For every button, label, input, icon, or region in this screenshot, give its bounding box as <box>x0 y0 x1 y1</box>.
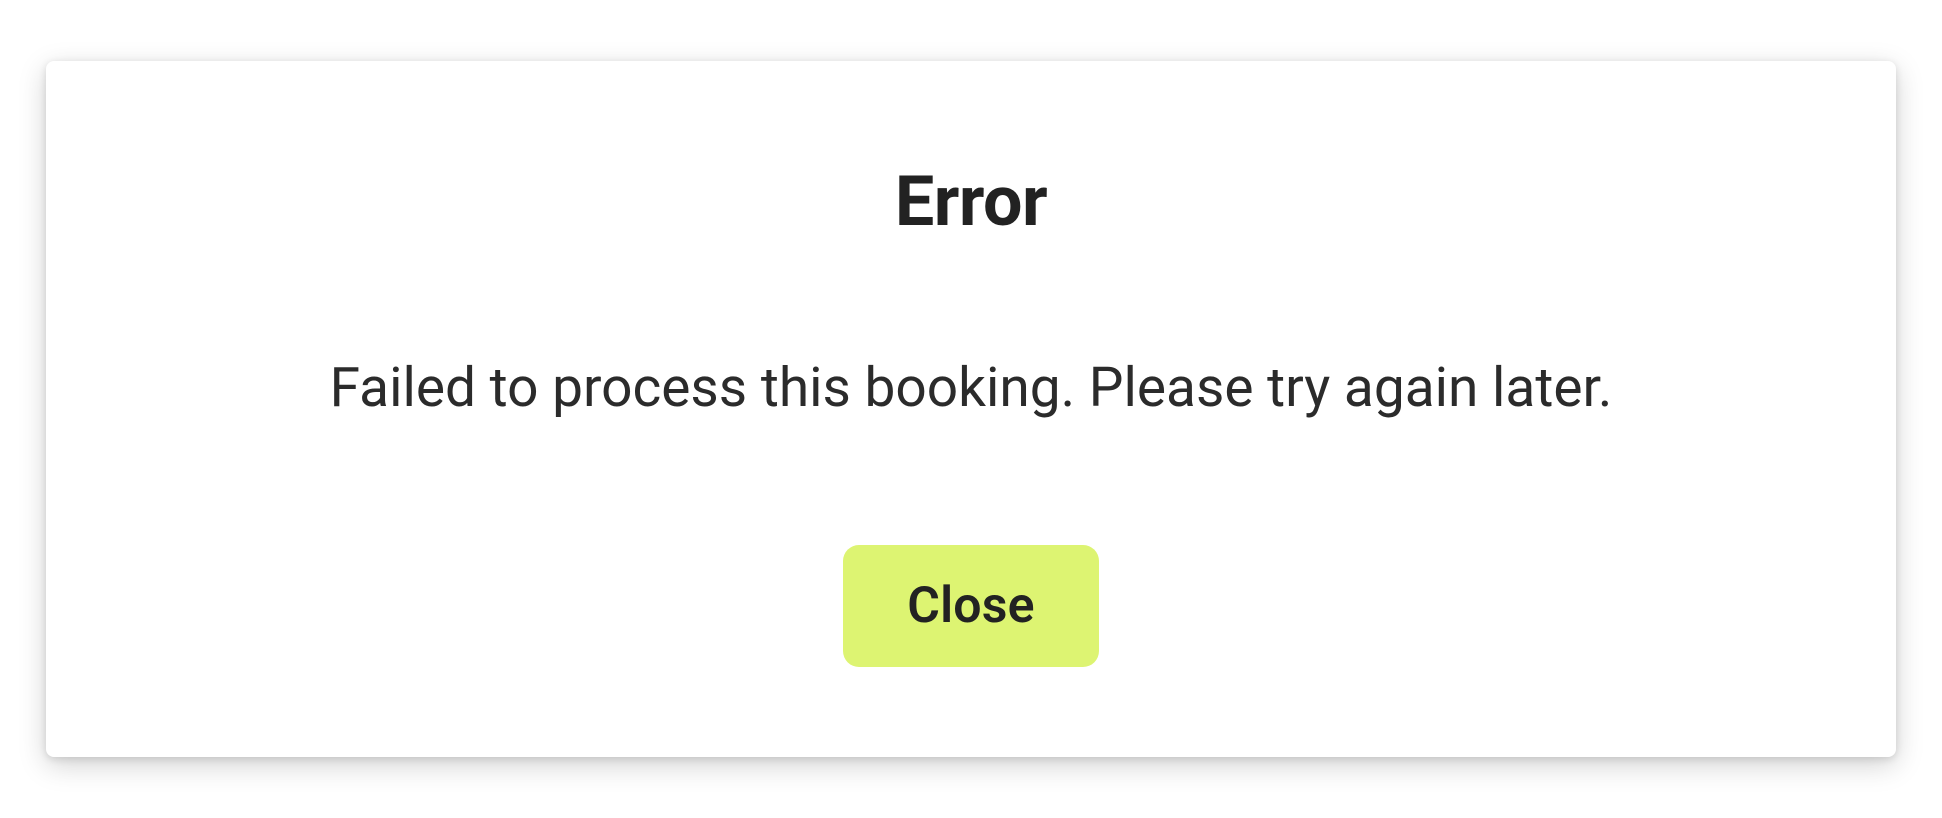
error-dialog: Error Failed to process this booking. Pl… <box>46 61 1896 757</box>
dialog-title: Error <box>166 161 1776 243</box>
dialog-actions: Close <box>166 545 1776 667</box>
close-button[interactable]: Close <box>843 545 1099 667</box>
dialog-message: Failed to process this booking. Please t… <box>166 353 1776 425</box>
